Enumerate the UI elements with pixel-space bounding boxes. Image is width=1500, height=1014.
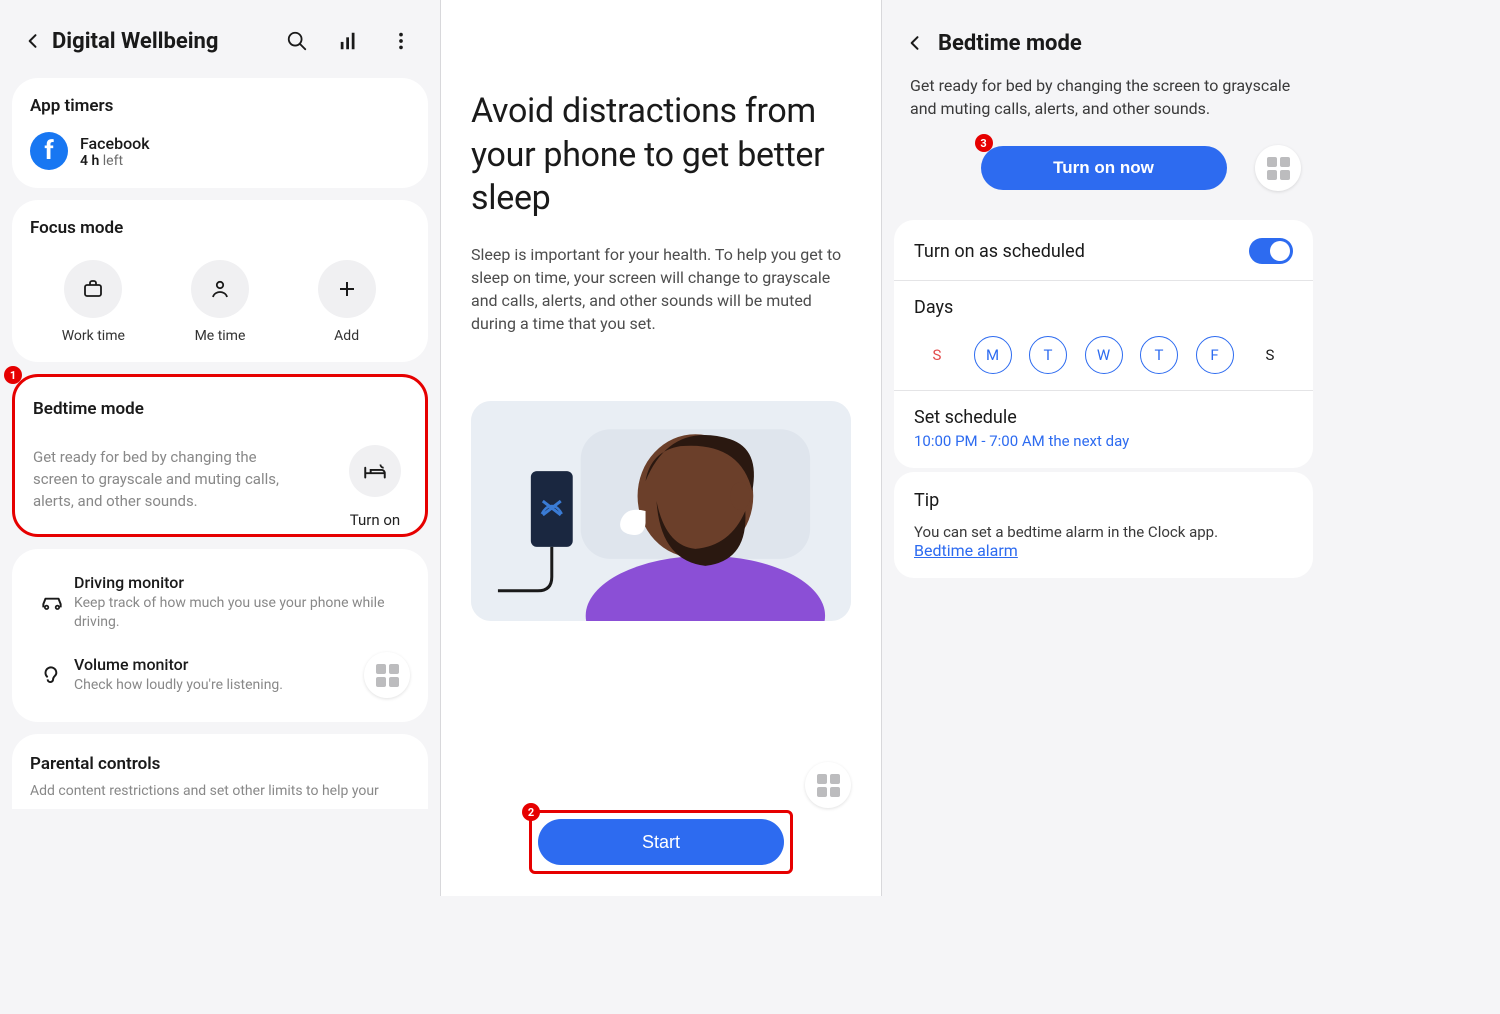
focus-item-add[interactable]: Add	[292, 260, 402, 344]
facebook-icon: f	[30, 132, 68, 170]
turn-on-now-button[interactable]: Turn on now	[981, 146, 1227, 190]
focus-mode-heading: Focus mode	[30, 218, 410, 238]
driving-monitor-row[interactable]: Driving monitor Keep track of how much y…	[30, 563, 410, 642]
page-subtitle: Get ready for bed by changing the screen…	[882, 68, 1325, 120]
schedule-toggle[interactable]	[1249, 238, 1293, 264]
car-icon	[30, 590, 74, 616]
app-time-left: 4 h left	[80, 153, 150, 169]
day-thu[interactable]: T	[1140, 336, 1178, 374]
step-badge-3: 3	[975, 134, 993, 152]
ear-icon	[30, 662, 74, 688]
grid-icon[interactable]	[1255, 145, 1301, 191]
parental-controls-card[interactable]: Parental controls Add content restrictio…	[12, 734, 428, 809]
day-sun[interactable]: S	[918, 336, 956, 374]
day-mon[interactable]: M	[974, 336, 1012, 374]
volume-monitor-row[interactable]: Volume monitor Check how loudly you're l…	[30, 642, 410, 708]
bed-icon	[349, 445, 401, 497]
header: Digital Wellbeing	[0, 0, 440, 72]
app-timers-heading: App timers	[30, 96, 410, 116]
person-icon	[191, 260, 249, 318]
tip-label: Tip	[914, 490, 1293, 511]
turn-on-button[interactable]: Turn on	[349, 445, 401, 529]
app-timers-card[interactable]: App timers f Facebook 4 h left	[12, 78, 428, 188]
turn-on-scheduled-row[interactable]: Turn on as scheduled	[914, 238, 1293, 264]
app-name: Facebook	[80, 134, 150, 153]
tip-card: Tip You can set a bedtime alarm in the C…	[894, 472, 1313, 578]
schedule-card: Turn on as scheduled Days S M T W T F S …	[894, 220, 1313, 468]
day-sat[interactable]: S	[1251, 336, 1289, 374]
bedtime-mode-card[interactable]: Bedtime mode Get ready for bed by changi…	[12, 374, 428, 537]
header-actions	[284, 28, 414, 54]
bedtime-heading: Bedtime mode	[33, 399, 407, 419]
page-title: Bedtime mode	[938, 31, 1082, 56]
days-label: Days	[914, 297, 1293, 318]
start-button-highlight: 2 Start	[529, 810, 793, 874]
grid-icon[interactable]	[805, 762, 851, 808]
more-icon[interactable]	[388, 28, 414, 54]
bedtime-settings-panel: Bedtime mode Get ready for bed by changi…	[882, 0, 1325, 896]
sleep-illustration	[471, 401, 851, 621]
step-badge-2: 2	[522, 803, 540, 821]
bedtime-intro-panel: Avoid distractions from your phone to ge…	[441, 0, 882, 896]
monitors-card: Driving monitor Keep track of how much y…	[12, 549, 428, 722]
day-wed[interactable]: W	[1085, 336, 1123, 374]
chart-icon[interactable]	[336, 28, 362, 54]
tip-text: You can set a bedtime alarm in the Clock…	[914, 523, 1293, 541]
back-icon[interactable]	[902, 30, 928, 56]
set-schedule-row[interactable]: Set schedule 10:00 PM - 7:00 AM the next…	[914, 407, 1293, 450]
app-timer-row[interactable]: f Facebook 4 h left	[30, 132, 410, 170]
schedule-value: 10:00 PM - 7:00 AM the next day	[914, 432, 1293, 450]
plus-icon	[318, 260, 376, 318]
day-fri[interactable]: F	[1196, 336, 1234, 374]
header: Bedtime mode	[882, 0, 1325, 68]
day-tue[interactable]: T	[1029, 336, 1067, 374]
search-icon[interactable]	[284, 28, 310, 54]
back-icon[interactable]	[20, 28, 46, 54]
days-selector: S M T W T F S	[914, 336, 1293, 374]
intro-heading: Avoid distractions from your phone to ge…	[471, 90, 851, 221]
grid-icon[interactable]	[364, 652, 410, 698]
step-badge-1: 1	[4, 366, 22, 384]
intro-body: Sleep is important for your health. To h…	[471, 243, 851, 336]
focus-item-work[interactable]: Work time	[38, 260, 148, 344]
bedtime-alarm-link[interactable]: Bedtime alarm	[914, 541, 1018, 560]
bedtime-description: Get ready for bed by changing the screen…	[33, 447, 293, 512]
focus-item-me[interactable]: Me time	[165, 260, 275, 344]
focus-mode-card: Focus mode Work time Me time Add	[12, 200, 428, 362]
briefcase-icon	[64, 260, 122, 318]
page-title: Digital Wellbeing	[52, 29, 284, 54]
digital-wellbeing-panel: Digital Wellbeing App timers f Facebook …	[0, 0, 441, 896]
start-button[interactable]: Start	[538, 819, 784, 865]
